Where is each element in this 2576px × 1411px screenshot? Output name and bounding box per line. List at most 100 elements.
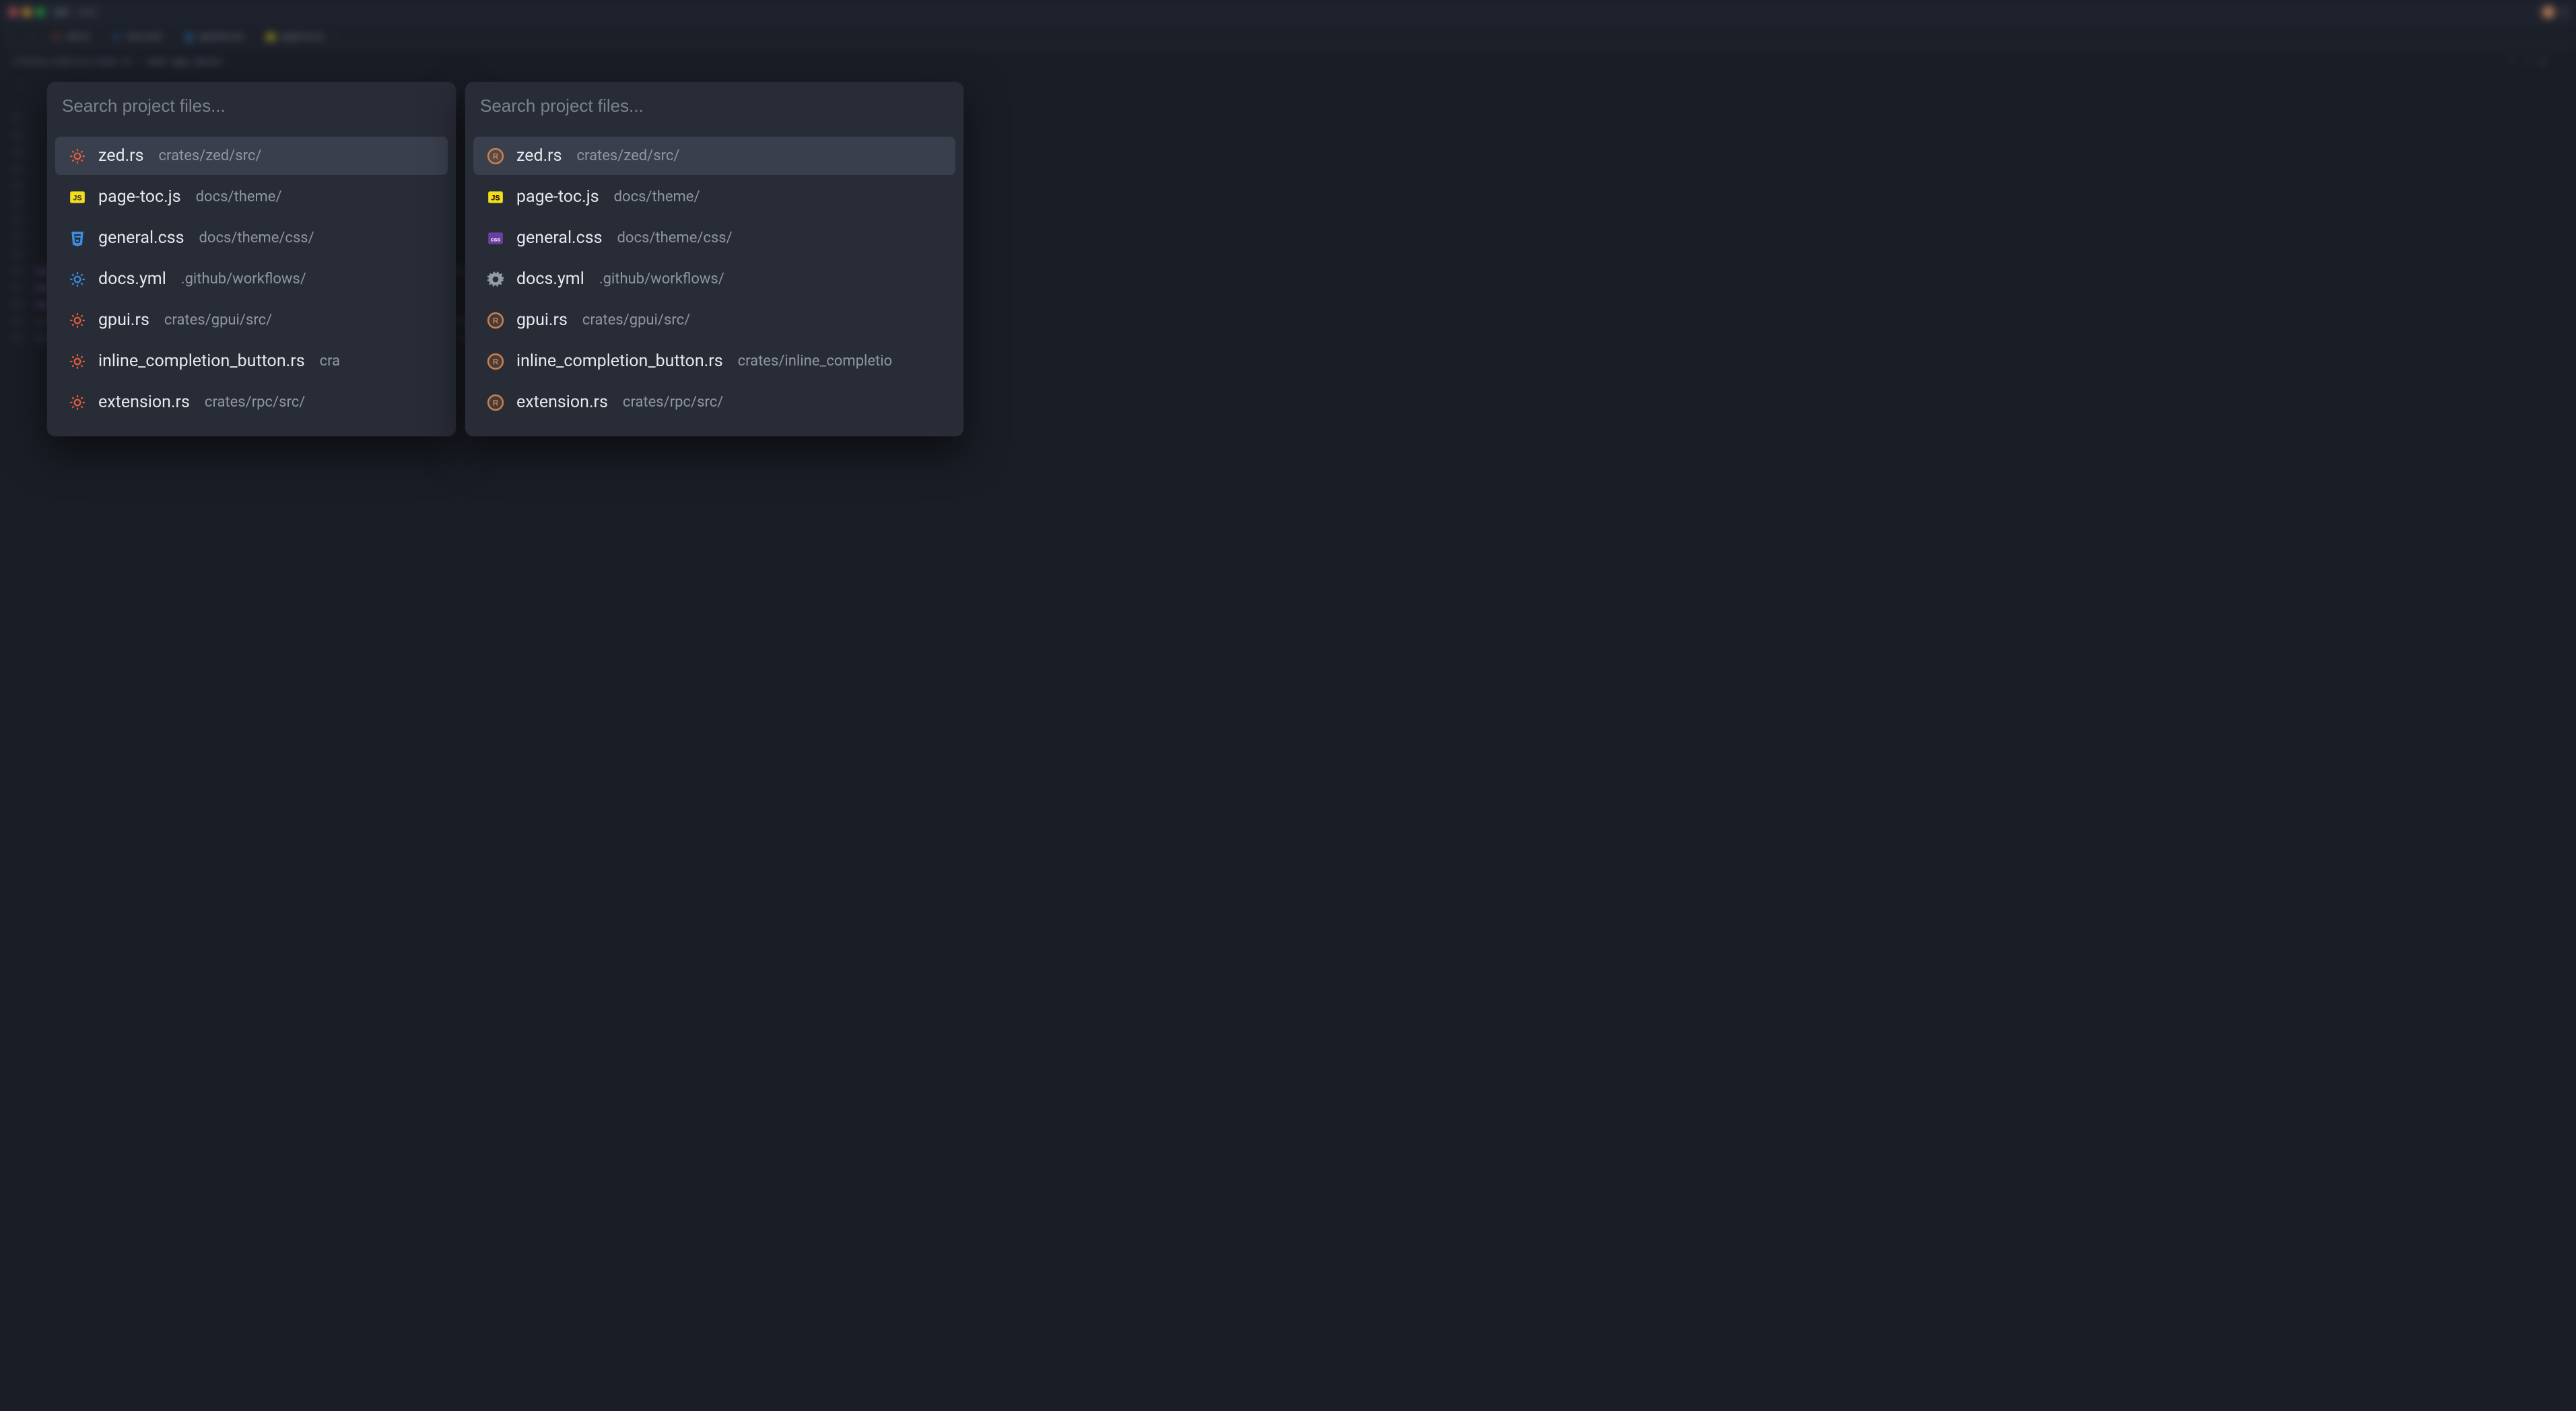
file-path: docs/theme/css/	[199, 230, 314, 246]
search-input[interactable]	[62, 96, 441, 116]
rust-gear-icon	[69, 394, 86, 411]
minimize-window-icon[interactable]	[23, 8, 31, 16]
assist-icon[interactable]: ✦	[2524, 57, 2530, 67]
gear-gray-icon	[487, 271, 504, 288]
tab[interactable]: general.css	[174, 24, 255, 49]
file-path: crates/zed/src/	[577, 147, 680, 164]
tab[interactable]: JS page-toc.js	[255, 24, 335, 49]
rust-gear-icon	[69, 312, 86, 329]
more-icon[interactable]: ⋮	[2554, 57, 2564, 67]
project-name[interactable]: zed	[54, 7, 68, 18]
tab-label: general.css	[199, 32, 244, 42]
svg-text:R: R	[493, 357, 499, 366]
file-result-row[interactable]: JS page-toc.js docs/theme/	[473, 178, 955, 216]
js-solid-icon: JS	[487, 188, 504, 206]
line-number: …	[0, 94, 35, 110]
file-path: docs/theme/	[196, 188, 282, 205]
file-result-row[interactable]: gpui.rs crates/gpui/src/	[55, 301, 448, 339]
line-number: 21	[0, 178, 35, 195]
line-number: 25	[0, 246, 35, 263]
file-result-row[interactable]: R inline_completion_button.rs crates/inl…	[473, 342, 955, 380]
file-path: cra	[320, 353, 341, 370]
outline-icon[interactable]: ≣	[2540, 57, 2545, 67]
svg-text:R: R	[493, 316, 499, 325]
file-path: .github/workflows/	[181, 271, 306, 287]
file-result-row[interactable]: general.css docs/theme/css/	[55, 219, 448, 257]
breadcrumb: crates/zed/src/zed.rs › mod app_menus ⌕ …	[0, 50, 2576, 74]
line-number: 24	[0, 230, 35, 246]
titlebar: zed main ▾	[0, 0, 2576, 24]
search-input[interactable]	[480, 96, 949, 116]
line-number: 20	[0, 162, 35, 178]
traffic-lights[interactable]	[9, 8, 44, 16]
file-result-row[interactable]: docs.yml .github/workflows/	[473, 260, 955, 298]
line-number: 19	[0, 145, 35, 162]
file-name: general.css	[98, 228, 184, 248]
svg-text:css: css	[491, 236, 501, 242]
rust-icon	[51, 32, 61, 42]
zoom-window-icon[interactable]	[36, 8, 44, 16]
file-result-row[interactable]: R extension.rs crates/rpc/src/	[473, 383, 955, 421]
tab-label: docs.yml	[127, 32, 162, 42]
tab[interactable]: docs.yml	[101, 24, 173, 49]
line-number: 22	[0, 195, 35, 212]
file-result-row[interactable]: extension.rs crates/rpc/src/	[55, 383, 448, 421]
file-path: crates/inline_completio	[738, 353, 893, 370]
search-field-container	[465, 82, 963, 127]
line-number: 27	[0, 280, 35, 297]
tab[interactable]: zed.rs	[40, 24, 101, 49]
file-result-row[interactable]: inline_completion_button.rs cra	[55, 342, 448, 380]
line-number: 28	[0, 297, 35, 314]
file-result-row[interactable]: docs.yml .github/workflows/	[55, 260, 448, 298]
file-name: gpui.rs	[98, 310, 149, 330]
file-path: crates/gpui/src/	[164, 312, 272, 329]
file-name: inline_completion_button.rs	[98, 351, 305, 371]
file-name: gpui.rs	[516, 310, 568, 330]
file-name: page-toc.js	[516, 187, 599, 207]
svg-text:JS: JS	[268, 36, 273, 40]
tab-history-forward[interactable]: ›	[20, 32, 40, 42]
search-field-container	[47, 82, 456, 127]
file-result-row[interactable]: zed.rs crates/zed/src/	[55, 137, 448, 175]
file-result-row[interactable]: R gpui.rs crates/gpui/src/	[473, 301, 955, 339]
tab-history-back[interactable]: ‹	[0, 32, 20, 42]
js-icon: JS	[69, 188, 86, 206]
rust-gear-icon	[69, 147, 86, 165]
css-blue-icon	[69, 230, 86, 247]
yaml-icon	[112, 32, 121, 42]
file-name: docs.yml	[516, 269, 584, 289]
results-list: zed.rs crates/zed/src/ JS page-toc.js do…	[47, 127, 456, 436]
rust-circ-icon: R	[487, 147, 504, 165]
branch-name[interactable]: main	[77, 7, 97, 18]
svg-text:JS: JS	[491, 194, 500, 202]
file-result-row[interactable]: R zed.rs crates/zed/src/	[473, 137, 955, 175]
file-path: docs/theme/	[614, 188, 700, 205]
js-icon: JS	[266, 32, 275, 42]
file-path: docs/theme/css/	[617, 230, 733, 246]
rust-circ-icon: R	[487, 394, 504, 411]
file-name: extension.rs	[98, 392, 190, 412]
avatar[interactable]	[2542, 6, 2554, 18]
close-window-icon[interactable]	[9, 8, 18, 16]
line-number: 17	[0, 110, 35, 127]
css-icon	[184, 32, 194, 42]
file-path: crates/rpc/src/	[623, 394, 723, 411]
file-finder-palettes: zed.rs crates/zed/src/ JS page-toc.js do…	[47, 82, 2542, 436]
search-icon[interactable]: ⌕	[2509, 57, 2515, 67]
file-path: crates/rpc/src/	[205, 394, 305, 411]
rust-gear-icon	[69, 353, 86, 370]
svg-text:JS: JS	[73, 194, 81, 202]
breadcrumb-path[interactable]: crates/zed/src/zed.rs › mod app_menus	[12, 57, 222, 67]
svg-text:R: R	[493, 151, 499, 161]
rust-circ-icon: R	[487, 312, 504, 329]
chevron-down-icon[interactable]: ▾	[2561, 6, 2567, 19]
results-list: R zed.rs crates/zed/src/ JS page-toc.js …	[465, 127, 963, 436]
file-finder-right: R zed.rs crates/zed/src/ JS page-toc.js …	[465, 82, 963, 436]
file-result-row[interactable]: css general.css docs/theme/css/	[473, 219, 955, 257]
file-result-row[interactable]: JS page-toc.js docs/theme/	[55, 178, 448, 216]
rust-circ-icon: R	[487, 353, 504, 370]
svg-text:R: R	[493, 398, 499, 407]
file-finder-left: zed.rs crates/zed/src/ JS page-toc.js do…	[47, 82, 456, 436]
tab-label: page-toc.js	[281, 32, 324, 42]
file-path: .github/workflows/	[599, 271, 724, 287]
